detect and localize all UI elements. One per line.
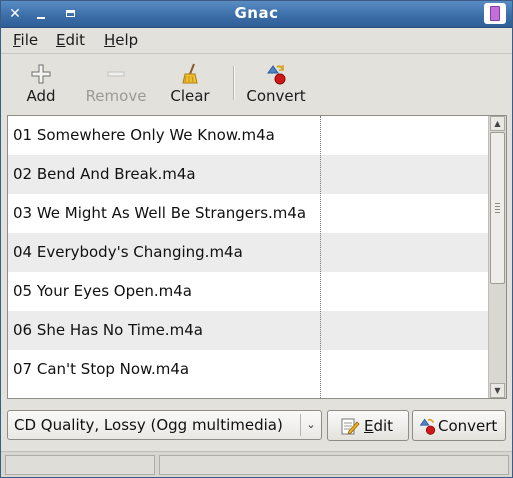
menu-file-label: ile <box>20 31 39 49</box>
file-name: 04 Everybody's Changing.m4a <box>13 243 243 261</box>
profile-combo[interactable]: CD Quality, Lossy (Ogg multimedia) ⌄ <box>7 410 322 440</box>
chevron-down-icon: ⌄ <box>300 414 321 436</box>
menu-edit-label: dit <box>65 31 86 49</box>
add-button-label: Add <box>26 87 56 105</box>
scrollbar-thumb[interactable] <box>490 132 505 284</box>
file-name: 05 Your Eyes Open.m4a <box>13 282 192 300</box>
menu-help-mnemonic: H <box>104 31 116 49</box>
profile-combo-value: CD Quality, Lossy (Ogg multimedia) <box>14 416 283 434</box>
title-bar: ✕ Gnac <box>1 1 512 28</box>
gnac-window: ✕ Gnac File Edit Help Add Remove Clear C… <box>0 0 513 478</box>
file-name: 07 Can't Stop Now.m4a <box>13 360 190 378</box>
edit-button-label: Edit <box>364 417 393 435</box>
file-name: 02 Bend And Break.m4a <box>13 165 196 183</box>
file-name: 06 She Has No Time.m4a <box>13 321 203 339</box>
menu-bar: File Edit Help <box>1 28 512 52</box>
clear-button-label: Clear <box>170 87 210 105</box>
file-name: 01 Somewhere Only We Know.m4a <box>13 126 275 144</box>
convert-icon <box>419 418 436 435</box>
file-row[interactable]: 01 Somewhere Only We Know.m4a <box>8 116 489 155</box>
convert-button[interactable]: Convert <box>412 410 506 441</box>
file-row[interactable]: 05 Your Eyes Open.m4a <box>8 272 489 311</box>
file-row[interactable]: 07 Can't Stop Now.m4a <box>8 350 489 389</box>
scroll-up-arrow-icon[interactable]: ▲ <box>490 116 505 131</box>
toolbar: Add Remove Clear Convert <box>1 53 512 110</box>
edit-profile-button[interactable]: Edit <box>327 410 409 441</box>
minus-icon <box>107 71 125 77</box>
file-row[interactable]: 04 Everybody's Changing.m4a <box>8 233 489 272</box>
scroll-down-arrow-icon[interactable]: ▼ <box>490 383 505 398</box>
file-list[interactable]: 01 Somewhere Only We Know.m4a 02 Bend And… <box>7 115 507 399</box>
edit-button-rest: dit <box>373 417 394 435</box>
window-title: Gnac <box>234 4 279 22</box>
file-list-rows: 01 Somewhere Only We Know.m4a 02 Bend And… <box>8 116 489 398</box>
file-row[interactable]: 02 Bend And Break.m4a <box>8 155 489 194</box>
menu-help[interactable]: Help <box>104 31 138 49</box>
clear-button[interactable]: Clear <box>163 56 217 106</box>
toolbar-convert-button[interactable]: Convert <box>241 56 311 106</box>
app-switcher-icon[interactable] <box>484 3 506 24</box>
menu-edit[interactable]: Edit <box>56 31 85 49</box>
toolbar-convert-label: Convert <box>246 87 306 105</box>
file-row[interactable]: 03 We Might As Well Be Strangers.m4a <box>8 194 489 233</box>
status-bar <box>1 451 512 477</box>
menu-file[interactable]: File <box>13 31 38 49</box>
menu-help-label: elp <box>115 31 139 49</box>
remove-button-label: Remove <box>85 87 147 105</box>
remove-button[interactable]: Remove <box>81 56 151 106</box>
file-name: 03 We Might As Well Be Strangers.m4a <box>13 204 307 222</box>
menu-file-mnemonic: F <box>13 31 21 49</box>
broom-icon <box>182 63 198 84</box>
add-button[interactable]: Add <box>15 56 67 106</box>
status-bar-progress <box>5 455 155 475</box>
status-bar-message <box>159 455 509 475</box>
file-row[interactable]: 06 She Has No Time.m4a <box>8 311 489 350</box>
column-divider <box>320 116 321 398</box>
convert-icon <box>267 65 286 85</box>
convert-button-label: Convert <box>438 417 498 435</box>
plus-icon <box>31 64 51 84</box>
vertical-scrollbar[interactable]: ▲ ▼ <box>488 116 506 398</box>
edit-document-icon <box>341 418 360 435</box>
toolbar-separator <box>233 66 235 100</box>
